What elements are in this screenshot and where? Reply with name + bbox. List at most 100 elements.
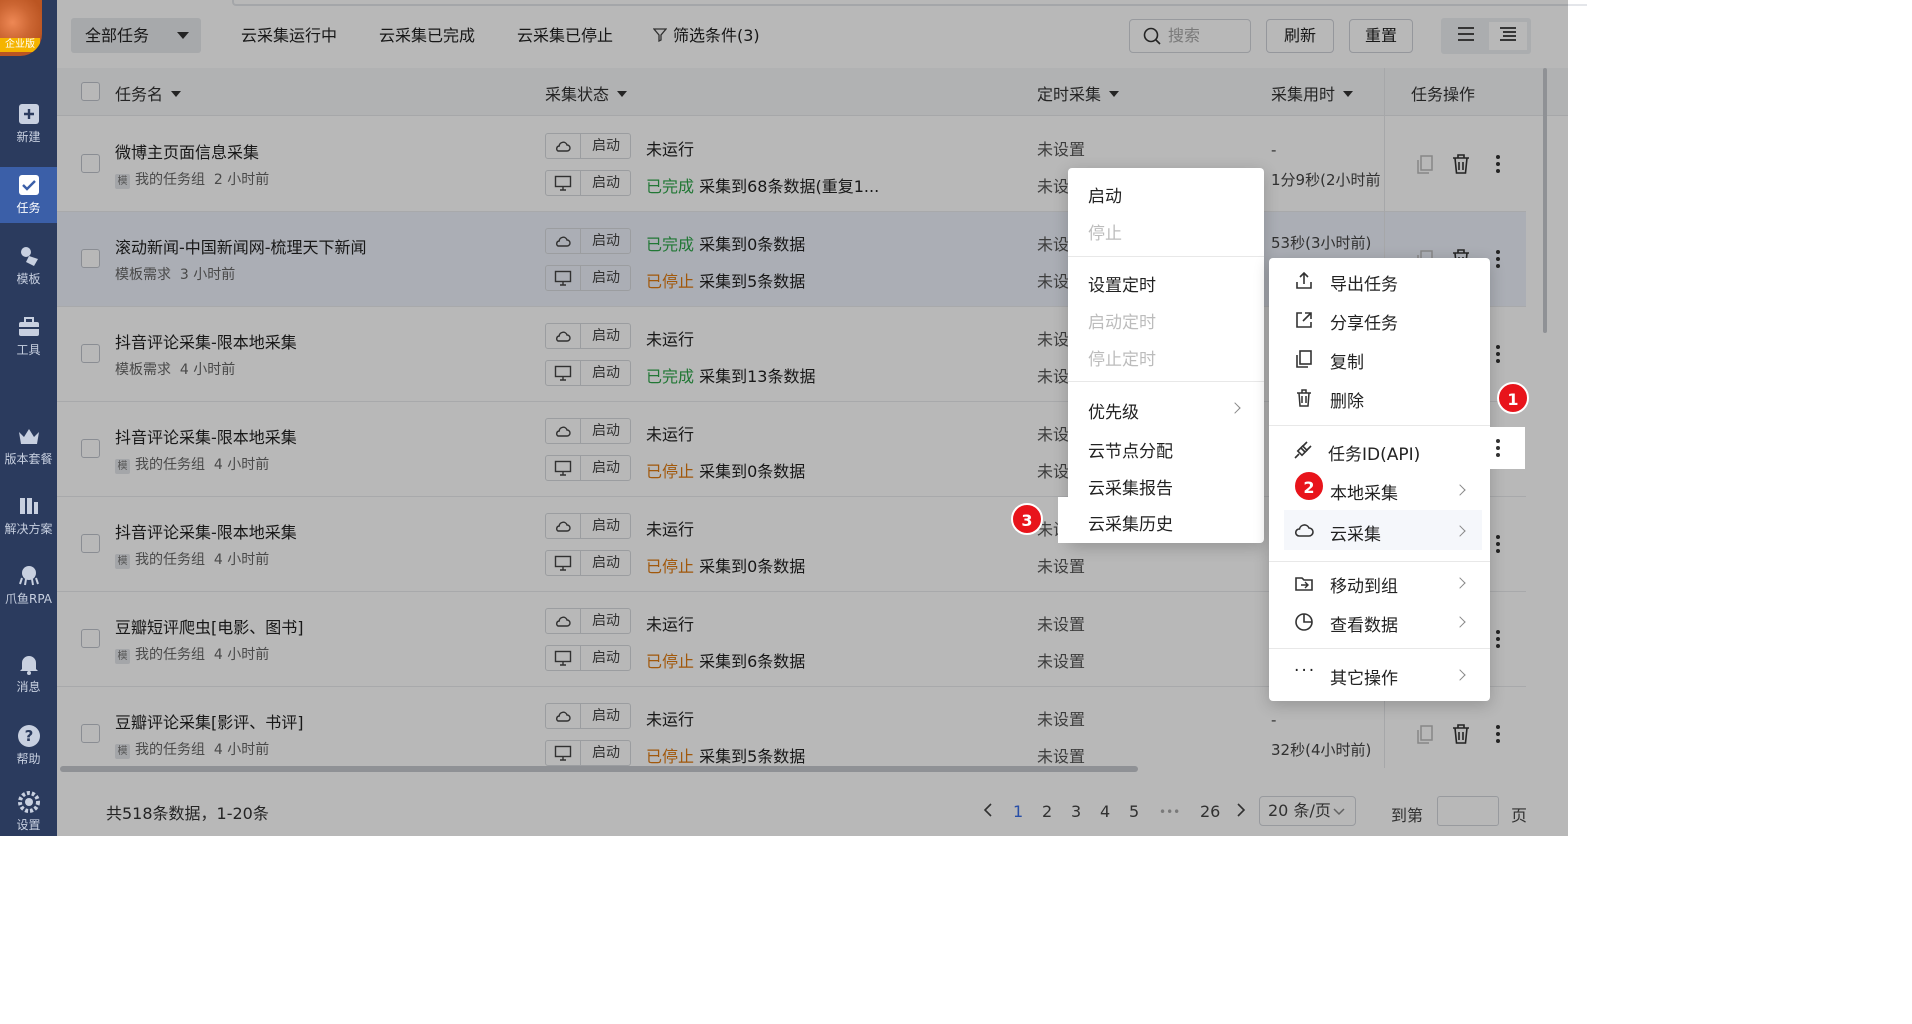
nav-settings[interactable]: 设置: [0, 790, 57, 836]
submenu-priority[interactable]: 优先级: [1088, 398, 1139, 423]
menu-move-to-group[interactable]: 移动到组: [1330, 572, 1398, 597]
page-size-select[interactable]: 20 条/页: [1259, 796, 1356, 826]
cloud-start-button[interactable]: 启动: [545, 608, 631, 634]
nav-help[interactable]: ? 帮助: [0, 724, 57, 774]
duration-line-1: -: [1271, 711, 1277, 729]
local-start-button[interactable]: 启动: [545, 265, 631, 291]
submenu-cloud-history[interactable]: 云采集历史: [1058, 497, 1253, 543]
more-vertical-icon[interactable]: [1488, 153, 1508, 175]
nav-tools[interactable]: 工具: [0, 315, 57, 365]
cloud-start-button[interactable]: 启动: [545, 133, 631, 159]
task-name[interactable]: 抖音评论采集-限本地采集: [115, 329, 297, 353]
submenu-start-schedule[interactable]: 启动定时: [1088, 308, 1156, 333]
column-status[interactable]: 采集状态: [545, 81, 628, 105]
task-name[interactable]: 豆瓣评论采集[影评、书评]: [115, 709, 304, 733]
nav-templates[interactable]: 模板: [0, 244, 57, 294]
cloud-start-button[interactable]: 启动: [545, 323, 631, 349]
copy-icon[interactable]: [1415, 154, 1435, 176]
row-checkbox[interactable]: [81, 439, 100, 458]
start-label: 启动: [592, 328, 620, 344]
column-task-name[interactable]: 任务名: [115, 81, 182, 105]
menu-task-id-api[interactable]: 任务ID(API): [1328, 440, 1420, 465]
row-checkbox[interactable]: [81, 154, 100, 173]
local-start-button[interactable]: 启动: [545, 455, 631, 481]
more-vertical-icon[interactable]: [1488, 533, 1508, 555]
menu-delete[interactable]: 删除: [1330, 387, 1364, 412]
submenu-cloud-report[interactable]: 云采集报告: [1088, 474, 1173, 499]
filter-cloud-done[interactable]: 云采集已完成: [375, 18, 479, 53]
row-checkbox[interactable]: [81, 344, 100, 363]
menu-export-task[interactable]: 导出任务: [1330, 270, 1398, 295]
menu-copy[interactable]: 复制: [1330, 348, 1364, 373]
list-view-button[interactable]: [1447, 22, 1485, 50]
submenu-cloud-node[interactable]: 云节点分配: [1088, 437, 1173, 462]
nav-tasks[interactable]: 任务: [0, 167, 57, 223]
local-start-button[interactable]: 启动: [545, 170, 631, 196]
nav-rpa[interactable]: 爪鱼RPA: [0, 564, 57, 614]
more-vertical-icon[interactable]: [1488, 628, 1508, 650]
cloud-start-button[interactable]: 启动: [545, 418, 631, 444]
page-number[interactable]: 4: [1100, 802, 1110, 821]
more-vertical-icon[interactable]: [1488, 343, 1508, 365]
submenu-stop-schedule[interactable]: 停止定时: [1088, 345, 1156, 370]
filter-cloud-running[interactable]: 云采集运行中: [237, 18, 341, 53]
menu-view-data[interactable]: 查看数据: [1330, 611, 1398, 636]
prev-page-button[interactable]: [983, 802, 993, 821]
page-number[interactable]: 1: [1013, 802, 1023, 821]
select-all-checkbox[interactable]: [81, 82, 100, 101]
more-vertical-icon[interactable]: [1488, 248, 1508, 270]
menu-share-task[interactable]: 分享任务: [1330, 309, 1398, 334]
filter-cloud-stopped[interactable]: 云采集已停止: [513, 18, 617, 53]
tree-view-button[interactable]: [1489, 22, 1527, 50]
cloud-start-button[interactable]: 启动: [545, 228, 631, 254]
trash-icon[interactable]: [1451, 153, 1471, 175]
cloud-state: 未运行: [646, 140, 695, 159]
submenu-set-schedule[interactable]: 设置定时: [1088, 271, 1156, 296]
goto-page-input[interactable]: [1437, 796, 1499, 826]
cloud-start-button[interactable]: 启动: [545, 513, 631, 539]
copy-icon[interactable]: [1415, 724, 1435, 746]
menu-local-collect[interactable]: 本地采集: [1330, 479, 1398, 504]
local-start-button[interactable]: 启动: [545, 360, 631, 386]
horizontal-scrollbar[interactable]: [60, 766, 1138, 772]
task-name[interactable]: 微博主页面信息采集: [115, 139, 259, 163]
nav-new[interactable]: 新建: [0, 102, 57, 152]
row-more-button-highlighted[interactable]: [1473, 427, 1525, 469]
task-filter-dropdown[interactable]: 全部任务: [71, 18, 201, 53]
trash-icon[interactable]: [1451, 723, 1471, 745]
table-row[interactable]: 豆瓣短评爬虫[电影、图书] 模我的任务组 4 小时前 启动 启动 未运行 已停止 采集到…: [57, 592, 1384, 687]
page-number[interactable]: 5: [1129, 802, 1139, 821]
page-number[interactable]: 3: [1071, 802, 1081, 821]
page-number[interactable]: 26: [1200, 802, 1220, 821]
row-checkbox[interactable]: [81, 249, 100, 268]
submenu-start[interactable]: 启动: [1088, 182, 1122, 207]
row-checkbox[interactable]: [81, 724, 100, 743]
row-checkbox[interactable]: [81, 629, 100, 648]
menu-cloud-collect[interactable]: 云采集: [1284, 510, 1482, 550]
column-duration[interactable]: 采集用时: [1271, 81, 1354, 105]
cloud-icon: [556, 331, 571, 342]
nav-messages[interactable]: 消息: [0, 652, 57, 702]
nav-solutions[interactable]: 解决方案: [0, 494, 57, 544]
column-schedule[interactable]: 定时采集: [1037, 81, 1120, 105]
local-start-button[interactable]: 启动: [545, 645, 631, 671]
menu-other-actions[interactable]: 其它操作: [1330, 664, 1398, 689]
vertical-scrollbar[interactable]: [1543, 68, 1547, 333]
refresh-button[interactable]: 刷新: [1266, 19, 1334, 53]
task-name[interactable]: 抖音评论采集-限本地采集: [115, 519, 297, 543]
cloud-start-button[interactable]: 启动: [545, 703, 631, 729]
row-checkbox[interactable]: [81, 534, 100, 553]
reset-button[interactable]: 重置: [1349, 19, 1413, 53]
task-name[interactable]: 抖音评论采集-限本地采集: [115, 424, 297, 448]
more-vertical-icon[interactable]: [1488, 723, 1508, 745]
page-ellipsis[interactable]: •••: [1159, 805, 1180, 819]
nav-plans[interactable]: 版本套餐: [0, 424, 57, 474]
local-start-button[interactable]: 启动: [545, 740, 631, 766]
local-start-button[interactable]: 启动: [545, 550, 631, 576]
filter-conditions-button[interactable]: 筛选条件(3): [649, 18, 764, 53]
submenu-stop[interactable]: 停止: [1088, 219, 1122, 244]
next-page-button[interactable]: [1236, 802, 1246, 821]
task-name[interactable]: 豆瓣短评爬虫[电影、图书]: [115, 614, 304, 638]
task-name[interactable]: 滚动新闻-中国新闻网-梳理天下新闻: [115, 234, 367, 258]
page-number[interactable]: 2: [1042, 802, 1052, 821]
